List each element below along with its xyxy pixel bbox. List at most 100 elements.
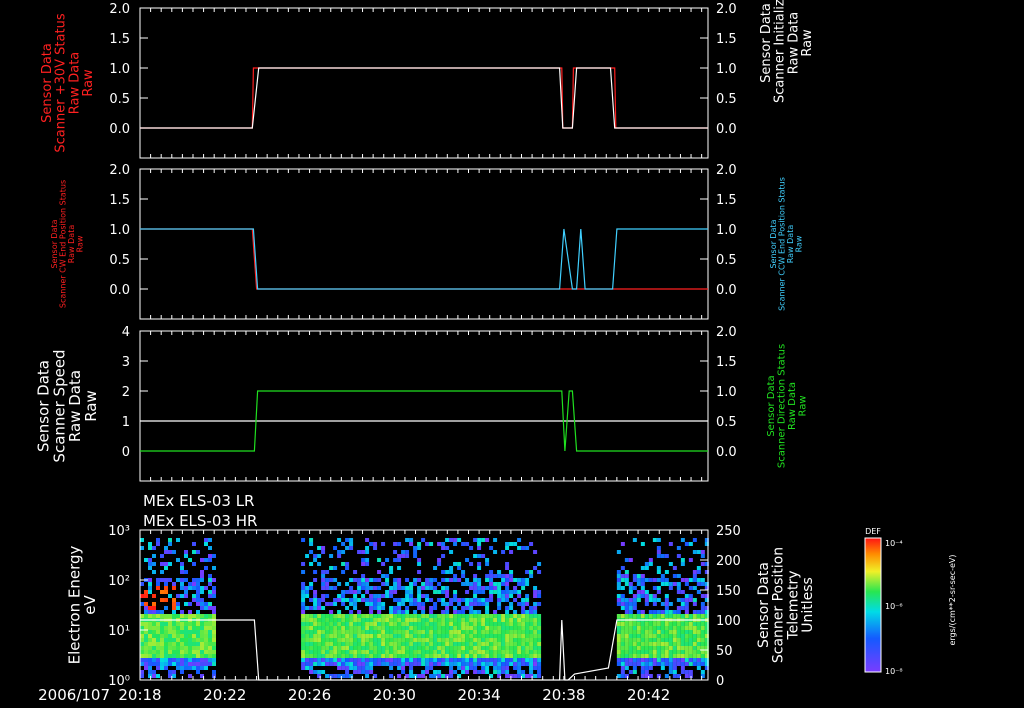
panel-4-cell (180, 662, 184, 666)
panel-4-cell (644, 662, 649, 666)
panel-4-cell (401, 642, 406, 646)
panel-4-cell (361, 578, 366, 582)
panel-4-cell (373, 594, 378, 598)
panel-4-cell (381, 614, 386, 618)
panel-4-cell (164, 630, 168, 634)
panel-4-cell (620, 602, 625, 606)
panel-3-ylabel-right: Sensor Data Scanner Direction Status Raw D… (766, 344, 809, 468)
panel-4-cell (453, 614, 458, 618)
panel-4-cell (537, 666, 542, 670)
panel-4-cell (457, 658, 462, 662)
panel-4-cell (200, 622, 204, 626)
panel-4-cell (413, 654, 418, 658)
panel-4-cell (692, 570, 697, 574)
panel-4-cell (341, 602, 346, 606)
panel-4-cell (485, 630, 490, 634)
panel-4-cell (417, 658, 422, 662)
panel-4-cell (672, 630, 677, 634)
panel-4-cell (660, 658, 665, 662)
panel-4-cell (176, 578, 180, 582)
panel-4-cell (517, 546, 522, 550)
panel-4-cell (473, 666, 478, 670)
panel-4-cell (168, 658, 172, 662)
panel-4-cell (309, 662, 314, 666)
panel-4-cell (369, 638, 374, 642)
panel-4-cell (180, 562, 184, 566)
panel-4-cell (184, 634, 188, 638)
panel-4-cell (313, 554, 318, 558)
panel-4-cell (648, 562, 653, 566)
panel-4-cell (152, 646, 156, 650)
panel-4-cell (636, 630, 641, 634)
panel-4-cell (196, 590, 200, 594)
panel-4-cell (176, 662, 180, 666)
panel-4-cell (696, 662, 701, 666)
panel-4-cell (345, 562, 350, 566)
panel-4-cell (369, 650, 374, 654)
panel-4-cell (688, 542, 693, 546)
panel-4-cell (680, 666, 685, 670)
panel-4-cell (329, 610, 334, 614)
panel-4-cell (509, 614, 514, 618)
panel-4-cell (501, 670, 506, 674)
panel-4-cell (668, 666, 673, 670)
panel-4-cell (341, 650, 346, 654)
panel-4-cell (401, 670, 406, 674)
panel-4-cell (309, 654, 314, 658)
panel-4-cell (668, 646, 673, 650)
panel-4-ylabel-left-line: eV (81, 595, 99, 615)
panel-4-cell (525, 630, 530, 634)
panel-4-cell (461, 642, 466, 646)
panel-4-cell (152, 610, 156, 614)
panel-4-cell (309, 638, 314, 642)
panel-4-cell (696, 666, 701, 670)
panel-4-cell (184, 666, 188, 670)
panel-4-cell (624, 570, 629, 574)
panel-4-cell (680, 614, 685, 618)
panel-4-cell (212, 654, 216, 658)
panel-4-cell (449, 578, 454, 582)
panel-4-cell (317, 618, 322, 622)
panel-4-cell (632, 626, 637, 630)
panel-4-cell (469, 650, 474, 654)
panel-4-cell (204, 654, 208, 658)
panel-4-cell (301, 562, 306, 566)
panel-4-cell (357, 610, 362, 614)
panel-4-cell (196, 650, 200, 654)
panel-4-cell (156, 642, 160, 646)
panel-4-cell (457, 634, 462, 638)
panel-1-ytick-label-right: 1.5 (716, 32, 737, 47)
panel-4-cell (160, 570, 164, 574)
panel-4-cell (469, 626, 474, 630)
panel-4-cell (164, 586, 168, 590)
panel-4-cell (361, 666, 366, 670)
panel-4-cell (648, 634, 653, 638)
panel-4-cell (160, 590, 164, 594)
panel-4-cell (341, 598, 346, 602)
panel-4-cell (449, 538, 454, 542)
panel-4-cell (385, 662, 390, 666)
panel-4-cell (389, 630, 394, 634)
panel-4-cell (184, 630, 188, 634)
panel-4-cell (620, 630, 625, 634)
panel-4-cell (349, 666, 354, 670)
panel-4-cell (529, 666, 534, 670)
panel-4-cell (329, 662, 334, 666)
panel-4-cell (441, 626, 446, 630)
panel-4-cell (497, 570, 502, 574)
panel-4-cell (196, 610, 200, 614)
panel-4-cell (313, 594, 318, 598)
panel-4-cell (349, 638, 354, 642)
panel-4-cell (481, 598, 486, 602)
panel-4-cell (644, 614, 649, 618)
panel-4-cell (481, 670, 486, 674)
panel-4-cell (192, 638, 196, 642)
panel-4-cell (361, 662, 366, 666)
panel-4-cell (477, 670, 482, 674)
panel-4-cell (409, 670, 414, 674)
panel-4-cell (652, 650, 657, 654)
panel-4-cell (200, 606, 204, 610)
panel-4-cell (521, 622, 526, 626)
panel-4-cell (337, 654, 342, 658)
panel-4-cell (429, 638, 434, 642)
